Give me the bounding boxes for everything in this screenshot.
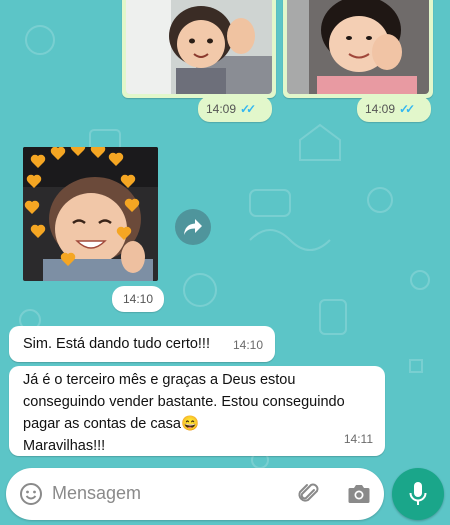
read-ticks-icon: ✓✓ [399,102,415,116]
message-timestamp: 14:10 [232,338,263,352]
forward-icon [184,219,202,235]
chat-message[interactable]: Já é o terceiro mês e graças a Deus esto… [9,366,385,456]
message-composer[interactable]: Mensagem [6,468,384,520]
camera-icon[interactable] [346,481,372,507]
image-message-1[interactable] [122,0,276,98]
message-text: Sim. Está dando tudo certo!!! [23,336,210,352]
photo-toddler-clapping[interactable] [126,0,272,94]
message-timestamp: 14:11 [343,432,373,446]
mic-icon [409,482,427,505]
message-input[interactable]: Mensagem [52,483,141,504]
photo-child-hearts[interactable] [23,147,158,281]
chat-message[interactable]: Sim. Está dando tudo certo!!! 14:10 [9,326,275,362]
voice-message-button[interactable] [392,468,444,520]
emoji-icon[interactable] [18,481,44,507]
image-message-2[interactable] [283,0,433,98]
read-ticks-icon: ✓✓ [240,102,256,116]
hearts-image-timestamp: 14:10 [112,286,164,312]
image-1-timestamp: 14:09 ✓✓ [198,96,272,122]
forward-button[interactable] [175,209,211,245]
attach-icon[interactable] [296,481,322,507]
message-text: Já é o terceiro mês e graças a Deus esto… [23,372,345,454]
image-2-timestamp: 14:09 ✓✓ [357,96,431,122]
photo-toddler-cheeks[interactable] [287,0,429,94]
